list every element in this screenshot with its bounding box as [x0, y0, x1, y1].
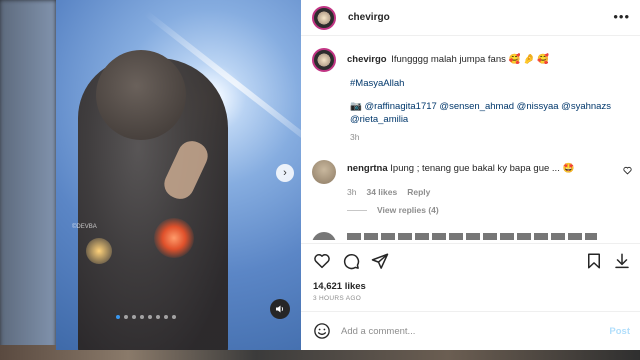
carousel-dot: [124, 315, 128, 319]
partial-comment: [312, 232, 612, 240]
view-replies-label: View replies (4): [377, 205, 439, 215]
comment-text: nengrtna Ipung ; tenang gue bakal ky bap…: [347, 160, 574, 184]
post-comment-button[interactable]: Post: [609, 326, 630, 337]
comment-reply-button[interactable]: Reply: [407, 187, 430, 197]
comment-time[interactable]: 3h: [347, 187, 356, 197]
chevron-right-icon: ›: [283, 167, 287, 179]
like-count[interactable]: 14,621 likes: [313, 281, 366, 292]
heart-icon[interactable]: [313, 252, 331, 270]
carousel-dot: [140, 315, 144, 319]
media-watermark: ©DEVBA: [72, 224, 97, 230]
download-icon[interactable]: [613, 252, 631, 270]
carousel-dot: [148, 315, 152, 319]
caption-row: chevirgo Ifungggg malah jumpa fans 🥰 🤌 🥰: [312, 48, 627, 72]
caption-time[interactable]: 3h: [350, 132, 627, 142]
carousel-dot: [116, 315, 120, 319]
post-header: chevirgo •••: [301, 0, 640, 36]
heart-icon[interactable]: [623, 166, 632, 177]
caption-hashtag[interactable]: #MasyaAllah: [350, 77, 627, 91]
emoji-icon[interactable]: [313, 322, 331, 340]
comment-input[interactable]: [341, 325, 601, 337]
comment-likes[interactable]: 34 likes: [366, 187, 397, 197]
comment-meta: 3h 34 likes Reply: [347, 187, 632, 197]
post-modal: ©DEVBA › chevirgo ••• chevirgo Ifungggg …: [56, 0, 640, 350]
share-icon[interactable]: [371, 252, 389, 270]
carousel-dot: [164, 315, 168, 319]
media-lens-flare: [154, 218, 194, 258]
media-person-head: [96, 50, 186, 140]
partial-comment-avatar: [312, 232, 336, 240]
bookmark-icon[interactable]: [585, 252, 603, 270]
comment-row: nengrtna Ipung ; tenang gue bakal ky bap…: [312, 160, 632, 184]
post-timestamp[interactable]: 3 HOURS AGO: [313, 295, 361, 302]
caption-text: chevirgo Ifungggg malah jumpa fans 🥰 🤌 🥰: [347, 48, 549, 72]
comment-composer: Post: [301, 311, 640, 350]
view-replies-line: [347, 209, 367, 211]
author-avatar[interactable]: [312, 5, 336, 30]
carousel-dot: [132, 315, 136, 319]
view-replies-button[interactable]: View replies (4): [347, 205, 439, 215]
caption-avatar[interactable]: [312, 48, 336, 72]
caption-block: chevirgo Ifungggg malah jumpa fans 🥰 🤌 🥰…: [312, 48, 627, 142]
media-lens-flare-small: [86, 238, 112, 264]
author-username[interactable]: chevirgo: [348, 12, 390, 23]
comment-icon[interactable]: [342, 252, 360, 270]
more-horizontal-icon[interactable]: •••: [613, 10, 630, 23]
caption-username[interactable]: chevirgo: [347, 54, 387, 65]
caption-body: Ifungggg malah jumpa fans 🥰 🤌 🥰: [391, 54, 550, 65]
comment-body: Ipung ; tenang gue bakal ky bapa gue ...…: [390, 163, 575, 174]
partial-comment-text: [347, 233, 597, 240]
post-media[interactable]: ©DEVBA ›: [56, 0, 301, 350]
carousel-dot: [172, 315, 176, 319]
caption-mentions[interactable]: 📷 @raffinagita1717 @sensen_ahmad @nissya…: [350, 100, 630, 126]
post-details-panel: chevirgo ••• chevirgo Ifungggg malah jum…: [301, 0, 640, 350]
comment-item: nengrtna Ipung ; tenang gue bakal ky bap…: [312, 160, 632, 197]
carousel-dots: [116, 315, 176, 319]
next-media-button[interactable]: ›: [276, 164, 294, 182]
speaker-icon: [276, 305, 284, 313]
sound-toggle-button[interactable]: [270, 299, 290, 319]
carousel-dot: [156, 315, 160, 319]
commenter-avatar[interactable]: [312, 160, 336, 184]
post-actions-bar: [301, 243, 640, 277]
backdrop-left-blur: [0, 0, 56, 360]
comment-username[interactable]: nengrtna: [347, 163, 388, 174]
